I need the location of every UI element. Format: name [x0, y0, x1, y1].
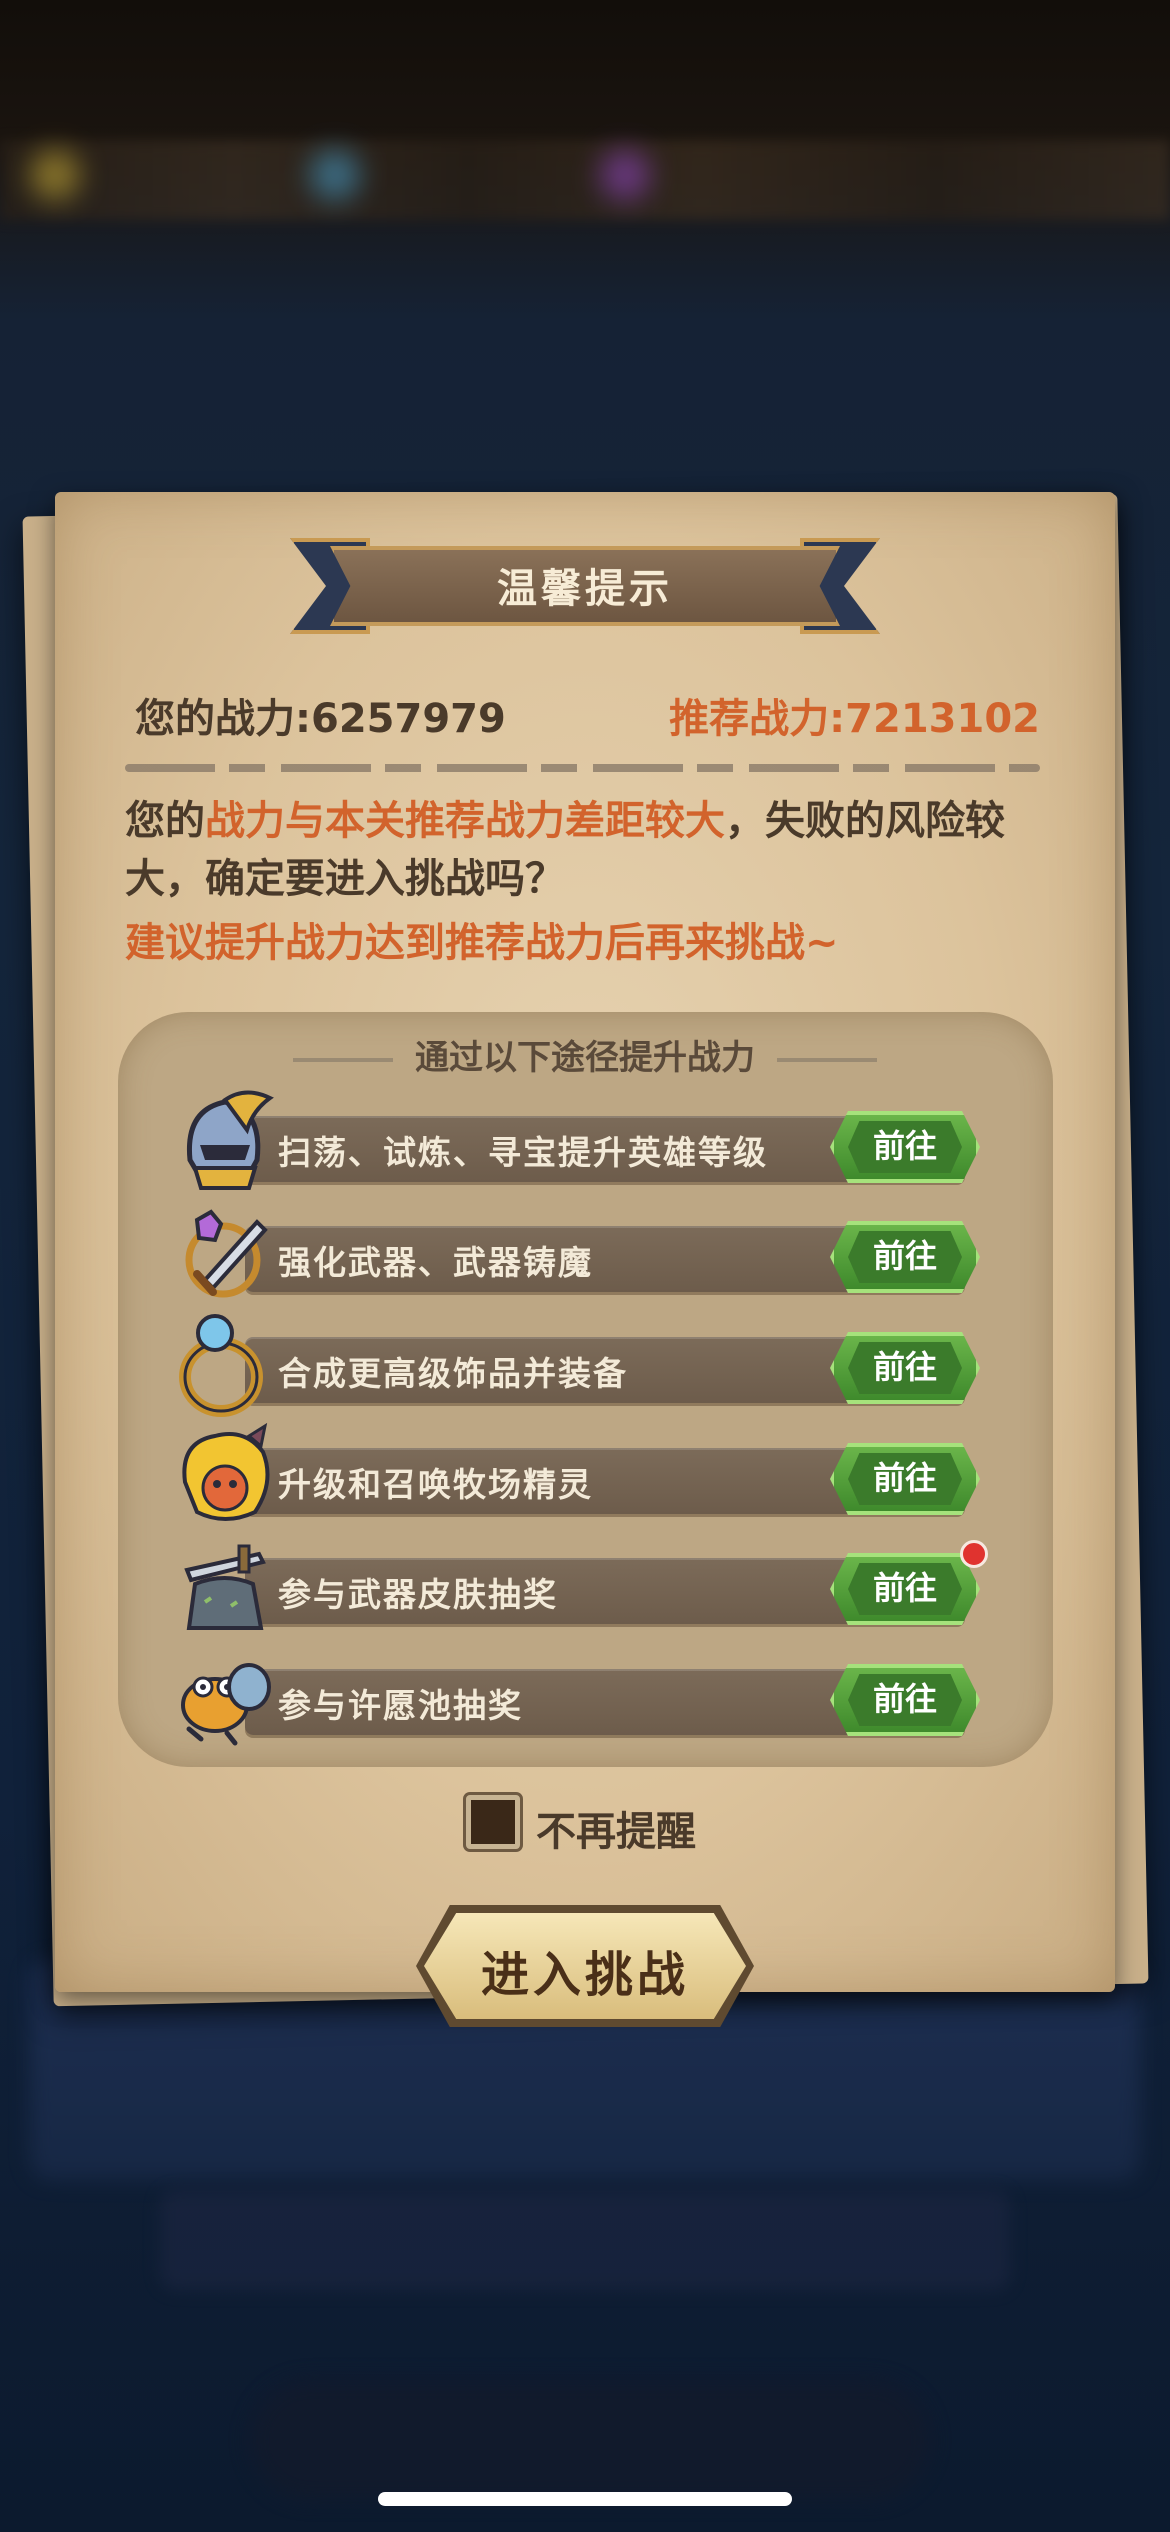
enter-challenge-label: 进入挑战: [480, 1947, 689, 2003]
recommended-power-text: 推荐战力:7213102: [669, 696, 1040, 742]
list-item: 参与许愿池抽奖 前往: [175, 1661, 980, 1746]
go-button-label: 前往: [872, 1459, 937, 1497]
pet-icon: [175, 1422, 275, 1528]
go-button-label: 前往: [872, 1680, 937, 1718]
background-bottom-nav: [250, 2380, 930, 2500]
message-prefix: 您的: [125, 798, 205, 844]
list-item: 参与武器皮肤抽奖 前往: [175, 1540, 988, 1630]
list-item: 升级和召唤牧场精灵 前往: [175, 1422, 980, 1521]
go-button-label: 前往: [872, 1569, 937, 1607]
row-label: 参与武器皮肤抽奖: [278, 1575, 558, 1614]
title-banner: 温馨提示: [290, 538, 880, 634]
background-bar: [160, 2190, 1010, 2290]
go-button-label: 前往: [872, 1348, 937, 1386]
list-item: 扫荡、试炼、寻宝提升英雄等级 前往: [175, 1090, 980, 1190]
message-highlight: 战力与本关推荐战力差距较大: [205, 798, 725, 844]
dont-remind-checkbox[interactable]: [466, 1795, 520, 1849]
sword-icon: [175, 1200, 275, 1306]
dialog-title: 温馨提示: [497, 566, 673, 612]
background-glow: [600, 150, 650, 200]
row-label: 合成更高级饰品并装备: [278, 1354, 628, 1393]
notification-dot: [960, 1540, 988, 1568]
suggestion-text: 建议提升战力达到推荐战力后再来挑战~: [125, 920, 839, 966]
row-label: 强化武器、武器铸魔: [278, 1243, 593, 1282]
dont-remind-label[interactable]: 不再提醒: [536, 1799, 696, 1857]
row-label: 参与许愿池抽奖: [278, 1686, 523, 1725]
weapon-skin-icon: [175, 1532, 275, 1638]
enter-challenge-button[interactable]: 进入挑战: [416, 1905, 754, 2027]
list-item: 合成更高级饰品并装备 前往: [175, 1314, 980, 1417]
wishing-frog-icon: [175, 1643, 275, 1749]
go-button[interactable]: 前往: [830, 1332, 980, 1404]
divider: [125, 764, 1040, 772]
background-glow: [310, 150, 360, 200]
home-indicator[interactable]: [378, 2492, 792, 2506]
my-power-text: 您的战力:6257979: [135, 696, 506, 742]
row-label: 升级和召唤牧场精灵: [278, 1465, 593, 1504]
ring-icon: [175, 1311, 275, 1417]
go-button[interactable]: 前往: [830, 1664, 980, 1736]
warning-message: 您的战力与本关推荐战力差距较大，失败的风险较大，确定要进入挑战吗？: [125, 792, 1055, 908]
row-label: 扫荡、试炼、寻宝提升英雄等级: [278, 1133, 768, 1172]
go-button-label: 前往: [872, 1127, 937, 1165]
go-button-label: 前往: [872, 1237, 937, 1275]
improve-ways-title: 通过以下途径提升战力: [0, 1030, 1170, 1079]
go-button[interactable]: 前往: [830, 1221, 980, 1293]
go-button[interactable]: 前往: [830, 1443, 980, 1515]
helmet-icon: [175, 1090, 275, 1196]
go-button[interactable]: 前往: [830, 1111, 980, 1183]
background-top-bar: [0, 140, 1170, 220]
background-glow: [30, 150, 80, 200]
go-button[interactable]: 前往: [830, 1553, 980, 1625]
list-item: 强化武器、武器铸魔 前往: [175, 1209, 980, 1298]
improve-ways-title-text: 通过以下途径提升战力: [415, 1038, 755, 1078]
title-ornament-left: [293, 1057, 393, 1062]
title-ornament-right: [777, 1057, 877, 1062]
